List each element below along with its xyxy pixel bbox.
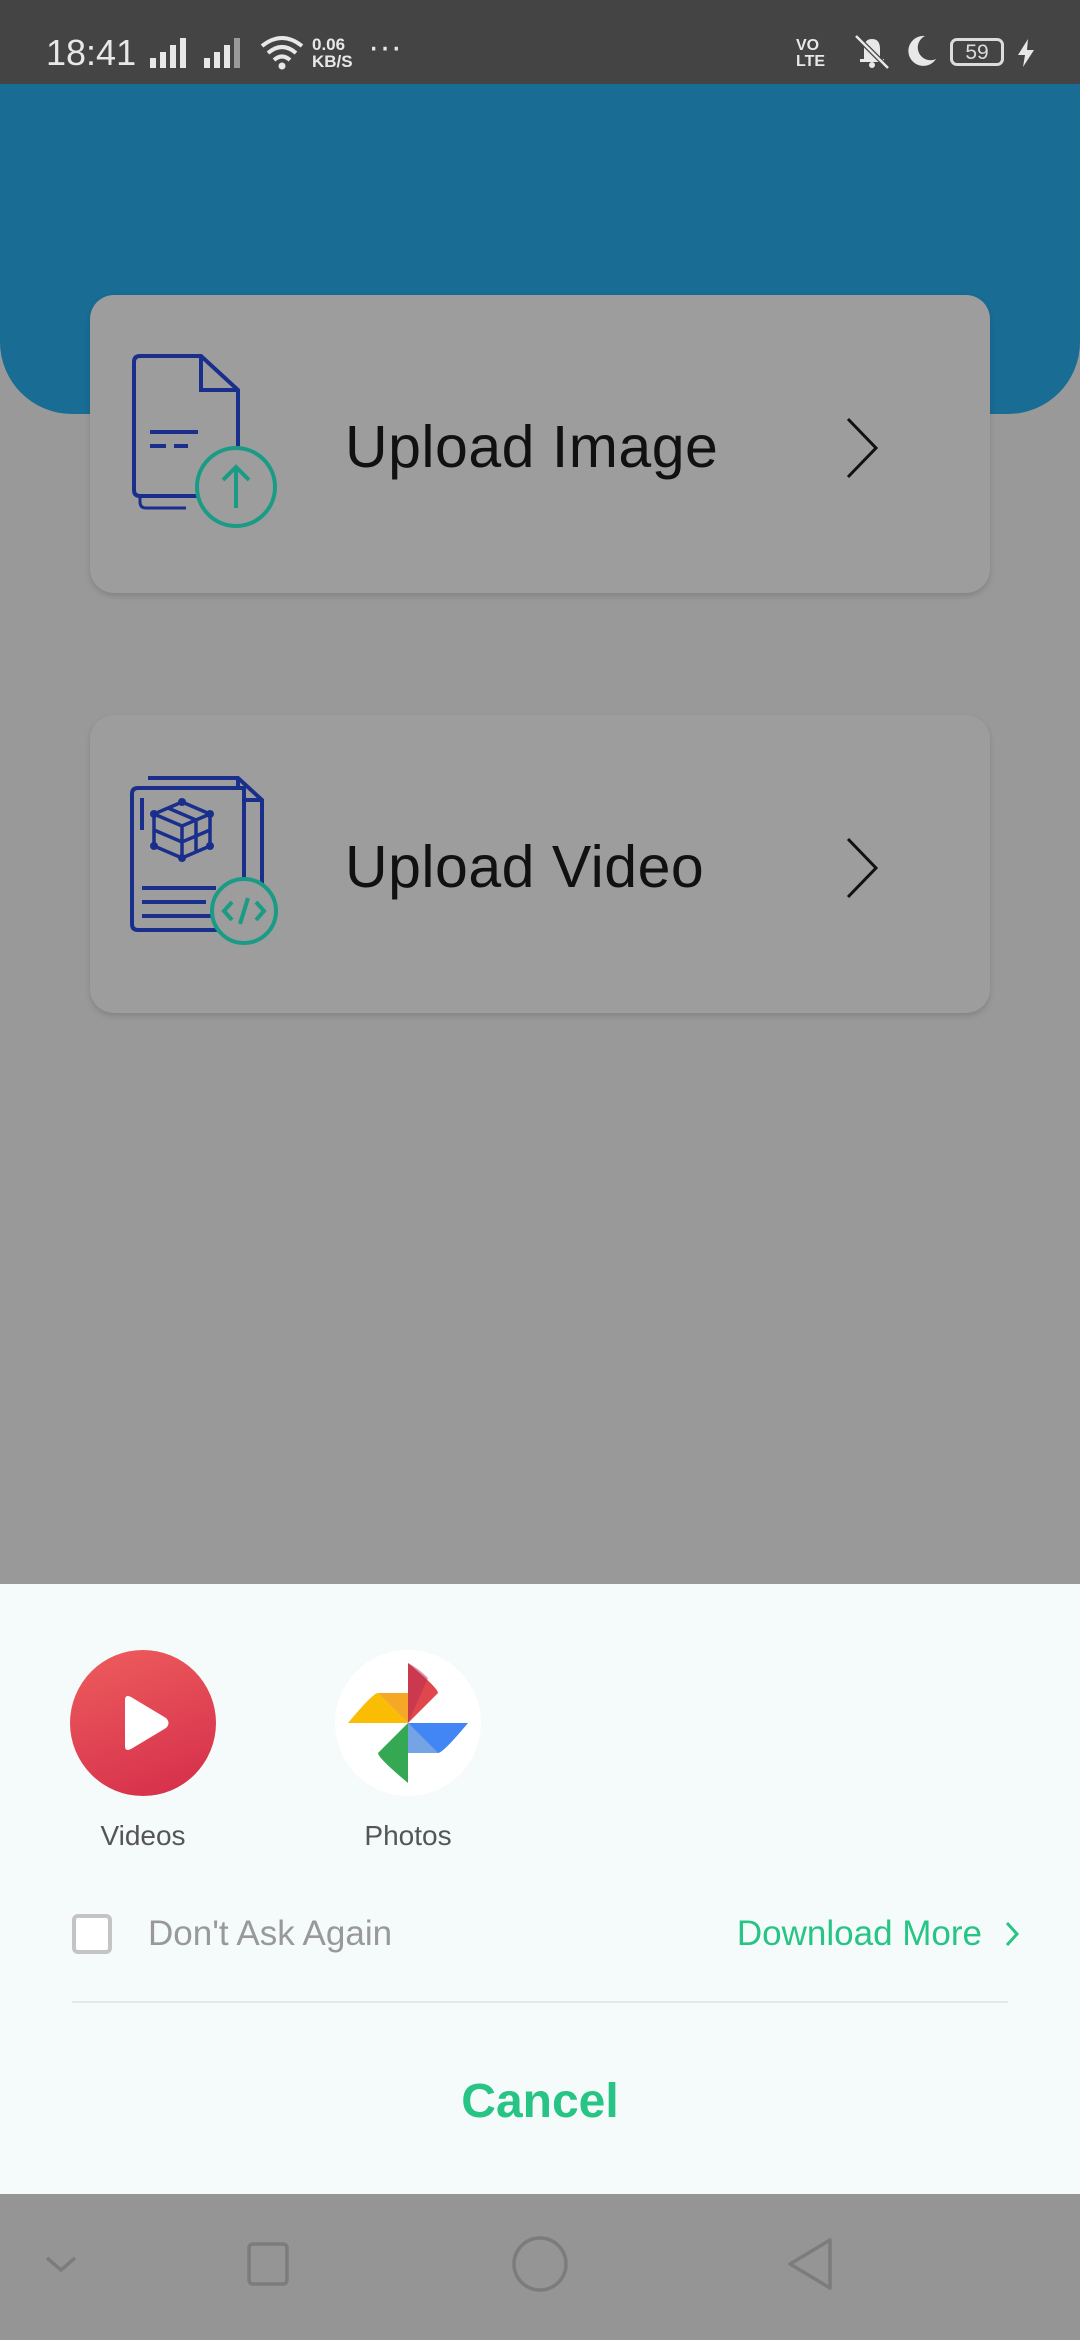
battery-level: 59	[950, 38, 1004, 66]
network-speed: 0.06 KB/S	[312, 36, 353, 70]
network-speed-unit: KB/S	[312, 52, 353, 71]
photos-app-icon[interactable]	[335, 1650, 481, 1796]
more-notifications-icon: ···	[368, 28, 402, 66]
upload-image-label: Upload Image	[345, 414, 719, 480]
download-more-link[interactable]: Download More	[737, 1914, 1020, 1954]
play-icon	[125, 1696, 169, 1750]
divider	[72, 2001, 1008, 2003]
chevron-right-icon	[1005, 1921, 1020, 1947]
status-time: 18:41	[46, 32, 137, 73]
app-name-videos: Videos	[100, 1820, 186, 1851]
upload-image-document-icon	[132, 354, 277, 528]
signal-strength-icon	[150, 38, 186, 68]
app-name-photos: Photos	[364, 1820, 452, 1851]
hide-nav-chevron-down-icon[interactable]	[42, 2234, 80, 2294]
recents-square-icon[interactable]	[243, 2234, 293, 2294]
upload-video-label: Upload Video	[345, 834, 705, 900]
home-circle-icon[interactable]	[510, 2234, 570, 2294]
pinwheel-icon	[348, 1663, 468, 1783]
status-bar: 18:41 0.06 KB/S ··· VO LTE 59	[0, 0, 1080, 84]
volte-top-label: VO	[796, 37, 820, 54]
volte-indicator: VO LTE	[796, 38, 825, 70]
dont-ask-again-label: Don't Ask Again	[148, 1914, 393, 1953]
do-not-disturb-moon-icon	[908, 35, 936, 66]
charging-bolt-icon	[1018, 39, 1034, 67]
upload-video-document-icon	[130, 776, 278, 945]
videos-app-icon[interactable]	[70, 1650, 216, 1796]
signal-strength-icon	[204, 38, 240, 68]
silent-bell-icon	[854, 34, 890, 70]
upload-image-card[interactable]: Upload Image	[90, 295, 990, 593]
chevron-right-icon	[846, 417, 879, 479]
app-chooser-sheet: Videos Photos Don't Ask Again Download M…	[0, 1584, 1080, 2194]
network-speed-value: 0.06	[312, 35, 346, 54]
cancel-button[interactable]: Cancel	[0, 2074, 1080, 2129]
navigation-bar	[0, 2194, 1080, 2340]
download-more-label: Download More	[736, 1914, 982, 1953]
volte-bottom-label: LTE	[796, 53, 826, 70]
dont-ask-again-option[interactable]: Don't Ask Again	[72, 1914, 392, 1954]
chevron-right-icon	[846, 837, 879, 899]
dont-ask-again-checkbox[interactable]	[72, 1914, 112, 1954]
upload-video-card[interactable]: Upload Video	[90, 715, 990, 1013]
app-option-videos[interactable]: Videos	[68, 1650, 218, 1852]
back-triangle-icon[interactable]	[782, 2234, 838, 2294]
wifi-icon	[260, 36, 304, 70]
app-option-photos[interactable]: Photos	[333, 1650, 483, 1852]
